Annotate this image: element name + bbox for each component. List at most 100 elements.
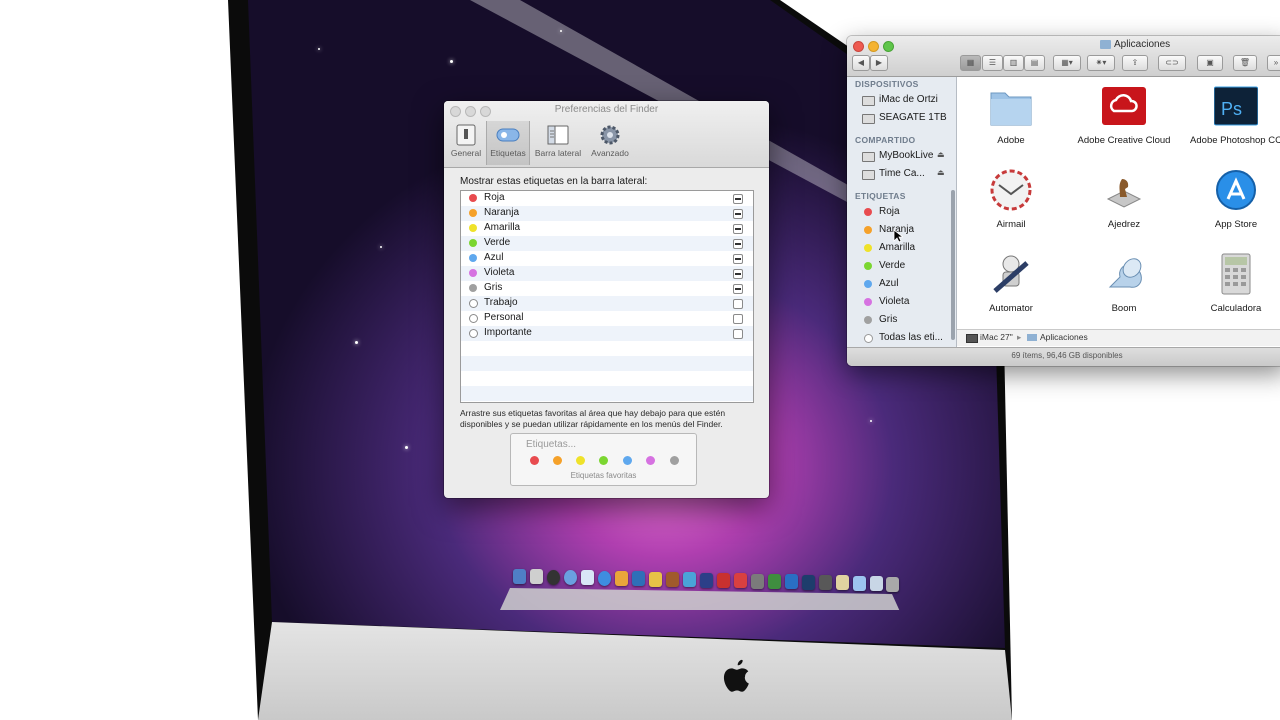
share-button[interactable]: ⇪ [1122, 55, 1148, 71]
tag-row[interactable]: Violeta [461, 266, 753, 281]
favorite-tags-drop-area[interactable]: Etiquetas... Etiquetas favoritas [510, 433, 697, 486]
sidebar-scrollbar[interactable] [951, 190, 955, 340]
sidebar-tag-all[interactable]: Todas las eti... [847, 330, 956, 346]
forward-button[interactable]: ▶ [870, 55, 888, 71]
dock-app-icon[interactable] [632, 571, 645, 586]
app-item-boom[interactable]: Boom [1069, 245, 1179, 325]
dock-app-icon[interactable] [785, 574, 798, 589]
app-item-adobe[interactable]: Adobe [956, 77, 1066, 157]
dock-app-icon[interactable] [666, 572, 679, 587]
sidebar-item-seagate[interactable]: SEAGATE 1TB [847, 110, 956, 126]
favorite-tag-green[interactable] [599, 456, 608, 465]
tag-checkbox[interactable] [733, 284, 743, 294]
tab-barra-lateral[interactable]: Barra lateral [532, 121, 584, 165]
dock-app-icon[interactable] [819, 575, 832, 590]
tag-checkbox[interactable] [733, 314, 743, 324]
tag-row[interactable]: Verde [461, 236, 753, 251]
dock-safari-icon[interactable] [564, 570, 577, 585]
tag-checkbox[interactable] [733, 254, 743, 264]
toolbar-more-button[interactable]: » [1267, 55, 1280, 71]
tag-row[interactable]: Roja [461, 191, 753, 206]
tag-row[interactable]: Importante [461, 326, 753, 341]
tab-avanzado[interactable]: Avanzado [588, 121, 632, 165]
dock-app-icon[interactable] [700, 573, 713, 588]
dock-app-icon[interactable] [734, 573, 747, 588]
tag-row[interactable]: Gris [461, 281, 753, 296]
app-item-app-store[interactable]: App Store [1181, 161, 1280, 241]
tag-row[interactable]: Naranja [461, 206, 753, 221]
eject-icon[interactable]: ⏏ [937, 168, 945, 177]
dock-app-icon[interactable] [853, 576, 866, 591]
dock-trash-icon[interactable] [886, 577, 899, 592]
sidebar-tag-azul[interactable]: Azul [847, 276, 956, 292]
tags-button[interactable]: ⊂⊃ [1158, 55, 1186, 71]
close-button[interactable] [853, 41, 864, 52]
sidebar-tag-verde[interactable]: Verde [847, 258, 956, 274]
dock-dashboard-icon[interactable] [547, 570, 560, 585]
favorite-tag-yellow[interactable] [576, 456, 585, 465]
tag-checkbox[interactable] [733, 299, 743, 309]
star [450, 60, 453, 63]
tag-checkbox[interactable] [733, 329, 743, 339]
path-computer[interactable]: iMac 27" [980, 332, 1013, 342]
sidebar-item-imac[interactable]: iMac de Ortzi [847, 92, 956, 108]
favorite-tag-orange[interactable] [553, 456, 562, 465]
favorite-tag-red[interactable] [530, 456, 539, 465]
favorite-tag-blue[interactable] [623, 456, 632, 465]
dock-finder-icon[interactable] [513, 569, 526, 584]
dock-app-icon[interactable] [615, 571, 628, 586]
dock-app-icon[interactable] [802, 575, 815, 590]
tag-checkbox[interactable] [733, 269, 743, 279]
dock-app-icon[interactable] [649, 572, 662, 587]
app-item-creative-cloud[interactable]: Adobe Creative Cloud [1069, 77, 1179, 157]
app-item-airmail[interactable]: Airmail [956, 161, 1066, 241]
minimize-button[interactable] [868, 41, 879, 52]
sidebar-tag-roja[interactable]: Roja [847, 204, 956, 220]
app-item-automator[interactable]: Automator [956, 245, 1066, 325]
coverflow-view-button[interactable]: ▤ [1024, 55, 1045, 71]
dock-app-icon[interactable] [768, 574, 781, 589]
app-label: Airmail [996, 219, 1026, 230]
list-view-button[interactable]: ☰ [982, 55, 1003, 71]
tag-row[interactable]: Azul [461, 251, 753, 266]
sidebar-item-mybooklive[interactable]: MyBookLive ⏏ [847, 148, 956, 164]
tag-row[interactable]: Personal [461, 311, 753, 326]
tab-etiquetas[interactable]: Etiquetas [486, 121, 530, 165]
column-view-button[interactable]: ▥ [1003, 55, 1024, 71]
sidebar-item-time-capsule[interactable]: Time Ca... ⏏ [847, 166, 956, 182]
back-button[interactable]: ◀ [852, 55, 870, 71]
new-folder-button[interactable]: ▣ [1197, 55, 1223, 71]
app-item-photoshop[interactable]: Ps Adobe Photoshop CC [1181, 77, 1280, 157]
trash-button[interactable]: 🗑 [1233, 55, 1257, 71]
tag-checkbox[interactable] [733, 209, 743, 219]
sidebar-tag-violeta[interactable]: Violeta [847, 294, 956, 310]
sidebar-tag-gris[interactable]: Gris [847, 312, 956, 328]
tags-list[interactable]: Roja Naranja Amarilla Verde Azul Violeta [460, 190, 754, 403]
dock-downloads-icon[interactable] [870, 576, 883, 591]
dock-launchpad-icon[interactable] [530, 569, 543, 584]
tab-general[interactable]: General [450, 121, 482, 165]
dock-app-icon[interactable] [751, 574, 764, 589]
tag-row[interactable]: Amarilla [461, 221, 753, 236]
dock-mail-icon[interactable] [581, 570, 594, 585]
zoom-button[interactable] [883, 41, 894, 52]
arrange-button[interactable]: ▦▾ [1053, 55, 1081, 71]
favorite-tag-purple[interactable] [646, 456, 655, 465]
dock-app-icon[interactable] [836, 575, 849, 590]
action-gear-button[interactable]: ✷▾ [1087, 55, 1115, 71]
app-item-ajedrez[interactable]: Ajedrez [1069, 161, 1179, 241]
app-item-calculadora[interactable]: Calculadora [1181, 245, 1280, 325]
favorite-tag-gray[interactable] [670, 456, 679, 465]
dock-skype-icon[interactable] [598, 571, 611, 586]
dock-app-icon[interactable] [717, 573, 730, 588]
tag-checkbox[interactable] [733, 224, 743, 234]
tag-checkbox[interactable] [733, 239, 743, 249]
tag-row[interactable]: Trabajo [461, 296, 753, 311]
icon-view-button[interactable]: ▦ [960, 55, 981, 71]
tag-color-dot [469, 329, 478, 338]
eject-icon[interactable]: ⏏ [937, 150, 945, 159]
tag-checkbox[interactable] [733, 194, 743, 204]
path-folder[interactable]: Aplicaciones [1040, 332, 1088, 342]
imac-path-icon [966, 334, 978, 343]
dock-app-icon[interactable] [683, 572, 696, 587]
